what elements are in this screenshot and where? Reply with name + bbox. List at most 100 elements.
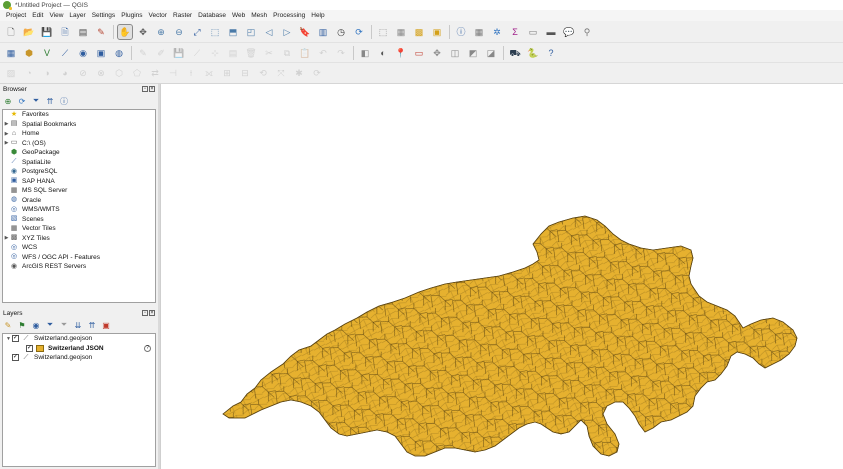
pan-to-selection-icon[interactable]: ✥ <box>136 25 150 39</box>
browser-item[interactable]: ◍ Oracle <box>3 196 155 206</box>
split-features-icon[interactable]: ⟊ <box>184 66 198 80</box>
statistics-icon[interactable]: Σ <box>508 25 522 39</box>
layer-tree-item[interactable]: ✓ ⟋ Switzerland.geojson <box>3 353 155 363</box>
enable-properties-icon[interactable]: ⓘ <box>59 96 69 106</box>
reverse-line-icon[interactable]: ⇄ <box>148 66 162 80</box>
close-icon[interactable]: × <box>149 86 155 92</box>
add-ring-icon[interactable]: ◔ <box>22 66 36 80</box>
trim-extend-icon[interactable]: ⊣ <box>166 66 180 80</box>
refresh-icon[interactable]: ⟳ <box>352 25 366 39</box>
show-hide-labels-icon[interactable]: ◪ <box>484 46 498 60</box>
new-project-icon[interactable]: 🗋 <box>4 25 18 39</box>
menu-project[interactable]: Project <box>3 10 29 21</box>
toggle-editing-icon[interactable]: ✎ <box>136 46 150 60</box>
reshape-icon[interactable]: ⬡ <box>112 66 126 80</box>
menu-database[interactable]: Database <box>195 10 229 21</box>
expand-all-icon[interactable]: ⇊ <box>73 320 83 330</box>
menu-vector[interactable]: Vector <box>146 10 170 21</box>
layers-tree[interactable]: ▼ ✓ ⟋ Switzerland.geojson ✓ Switzerland JSON?… <box>2 333 156 467</box>
rotate-feature-icon[interactable]: ⟳ <box>310 66 324 80</box>
undock-icon[interactable]: ▫ <box>142 310 148 316</box>
edit-pencil-icon[interactable]: ✐ <box>154 46 168 60</box>
menu-view[interactable]: View <box>46 10 66 21</box>
open-project-icon[interactable]: 📂 <box>22 25 36 39</box>
cut-features-icon[interactable]: ✂ <box>262 46 276 60</box>
filter-legend-icon[interactable]: ⏷ <box>45 320 55 330</box>
filter-browser-icon[interactable]: ⏷ <box>31 96 41 106</box>
menu-help[interactable]: Help <box>308 10 327 21</box>
browser-item[interactable]: ▶ ▤ Spatial Bookmarks <box>3 120 155 130</box>
expand-arrow-icon[interactable]: ▶ <box>3 131 10 137</box>
browser-item[interactable]: ▶ ⌂ Home <box>3 129 155 139</box>
close-icon[interactable]: × <box>149 310 155 316</box>
label-tool-icon[interactable]: ◧ <box>358 46 372 60</box>
pan-map-icon[interactable]: ✋ <box>117 23 133 40</box>
style-panel-icon[interactable]: ✎ <box>3 320 13 330</box>
layer-visibility-checkbox[interactable]: ✓ <box>12 335 19 343</box>
split-parts-icon[interactable]: ⟗ <box>202 66 216 80</box>
modify-attributes-icon[interactable]: ▤ <box>226 46 240 60</box>
menu-layer[interactable]: Layer <box>66 10 88 21</box>
zoom-full-icon[interactable]: ⤢ <box>190 25 204 39</box>
deselect-icon[interactable]: ▩ <box>412 25 426 39</box>
expand-arrow-icon[interactable]: ▶ <box>3 121 10 127</box>
collapse-layers-icon[interactable]: ⇈ <box>87 320 97 330</box>
layer-tree-item[interactable]: ▼ ✓ ⟋ Switzerland.geojson <box>3 334 155 344</box>
vertex-tool-icon[interactable]: ⊹ <box>208 46 222 60</box>
add-vector-layer-icon[interactable]: V <box>40 46 54 60</box>
save-as-icon[interactable]: 🗎 <box>58 25 72 39</box>
layer-visibility-checkbox[interactable]: ✓ <box>12 354 19 362</box>
zoom-native-icon[interactable]: ◰ <box>244 25 258 39</box>
menu-settings[interactable]: Settings <box>89 10 119 21</box>
new-bookmark-icon[interactable]: 🔖 <box>298 25 312 39</box>
zoom-layer-icon[interactable]: ⬒ <box>226 25 240 39</box>
merge-attributes-icon[interactable]: ⊟ <box>238 66 252 80</box>
python-console-icon[interactable]: 🐍 <box>526 46 540 60</box>
merge-features-icon[interactable]: ⊞ <box>220 66 234 80</box>
unknown-crs-icon[interactable]: ? <box>144 344 151 352</box>
layer-tree-item[interactable]: ✓ Switzerland JSON? <box>3 344 155 354</box>
zoom-last-icon[interactable]: ◁ <box>262 25 276 39</box>
attribute-table-icon[interactable]: ▦ <box>472 25 486 39</box>
browser-item[interactable]: ▦ MS SQL Server <box>3 186 155 196</box>
browser-tree[interactable]: ★ Favorites ▶ ▤ Spatial Bookmarks ▶ ⌂ Home ▶ ▭ C:\… <box>2 109 156 303</box>
add-postgis-layer-icon[interactable]: ◉ <box>76 46 90 60</box>
filter-expression-icon[interactable]: ⏷ <box>59 320 69 330</box>
browser-item[interactable]: ▶ ▭ C:\ (OS) <box>3 139 155 149</box>
collapse-all-icon[interactable]: ⇈ <box>45 96 55 106</box>
simplify-icon[interactable]: ✱ <box>292 66 306 80</box>
offset-curve-icon[interactable]: ⬠ <box>130 66 144 80</box>
zoom-selection-icon[interactable]: ⬚ <box>208 25 222 39</box>
offset-point-symbols-icon[interactable]: ⤧ <box>274 66 288 80</box>
rotate-point-symbols-icon[interactable]: ⟲ <box>256 66 270 80</box>
new-geopackage-layer-icon[interactable]: ⬢ <box>22 46 36 60</box>
pin-labels-icon[interactable]: 📍 <box>394 46 408 60</box>
identify-icon[interactable]: ⓘ <box>454 25 468 39</box>
manage-themes-icon[interactable]: ◉ <box>31 320 41 330</box>
menu-edit[interactable]: Edit <box>29 10 46 21</box>
add-selected-layers-icon[interactable]: ⊕ <box>3 96 13 106</box>
search-icon[interactable]: ⚲ <box>580 25 594 39</box>
add-wms-layer-icon[interactable]: ◍ <box>112 46 126 60</box>
menu-processing[interactable]: Processing <box>270 10 308 21</box>
copy-features-icon[interactable]: ⧉ <box>280 46 294 60</box>
browser-item[interactable]: ▧ Scenes <box>3 215 155 225</box>
browser-item[interactable]: ◎ WCS <box>3 243 155 253</box>
digitize-shape-icon[interactable]: ▨ <box>4 66 18 80</box>
fill-ring-icon[interactable]: ◕ <box>58 66 72 80</box>
redo-icon[interactable]: ↷ <box>334 46 348 60</box>
digitize-icon[interactable]: ⟋ <box>190 46 204 60</box>
layer-labeling-icon[interactable]: ◐ <box>376 46 390 60</box>
open-table-icon[interactable]: ▭ <box>526 25 540 39</box>
field-calculator-icon[interactable]: ✲ <box>490 25 504 39</box>
zoom-next-icon[interactable]: ▷ <box>280 25 294 39</box>
browser-item[interactable]: ⟋ SpatiaLite <box>3 158 155 168</box>
browser-item[interactable]: ◉ PostgreSQL <box>3 167 155 177</box>
undo-icon[interactable]: ↶ <box>316 46 330 60</box>
add-mssql-layer-icon[interactable]: ▣ <box>94 46 108 60</box>
select-by-location-icon[interactable]: ▣ <box>430 25 444 39</box>
save-project-icon[interactable]: 💾 <box>40 25 54 39</box>
change-label-icon[interactable]: ◩ <box>466 46 480 60</box>
undock-icon[interactable]: ▫ <box>142 86 148 92</box>
expand-arrow-icon[interactable]: ▶ <box>3 140 10 146</box>
